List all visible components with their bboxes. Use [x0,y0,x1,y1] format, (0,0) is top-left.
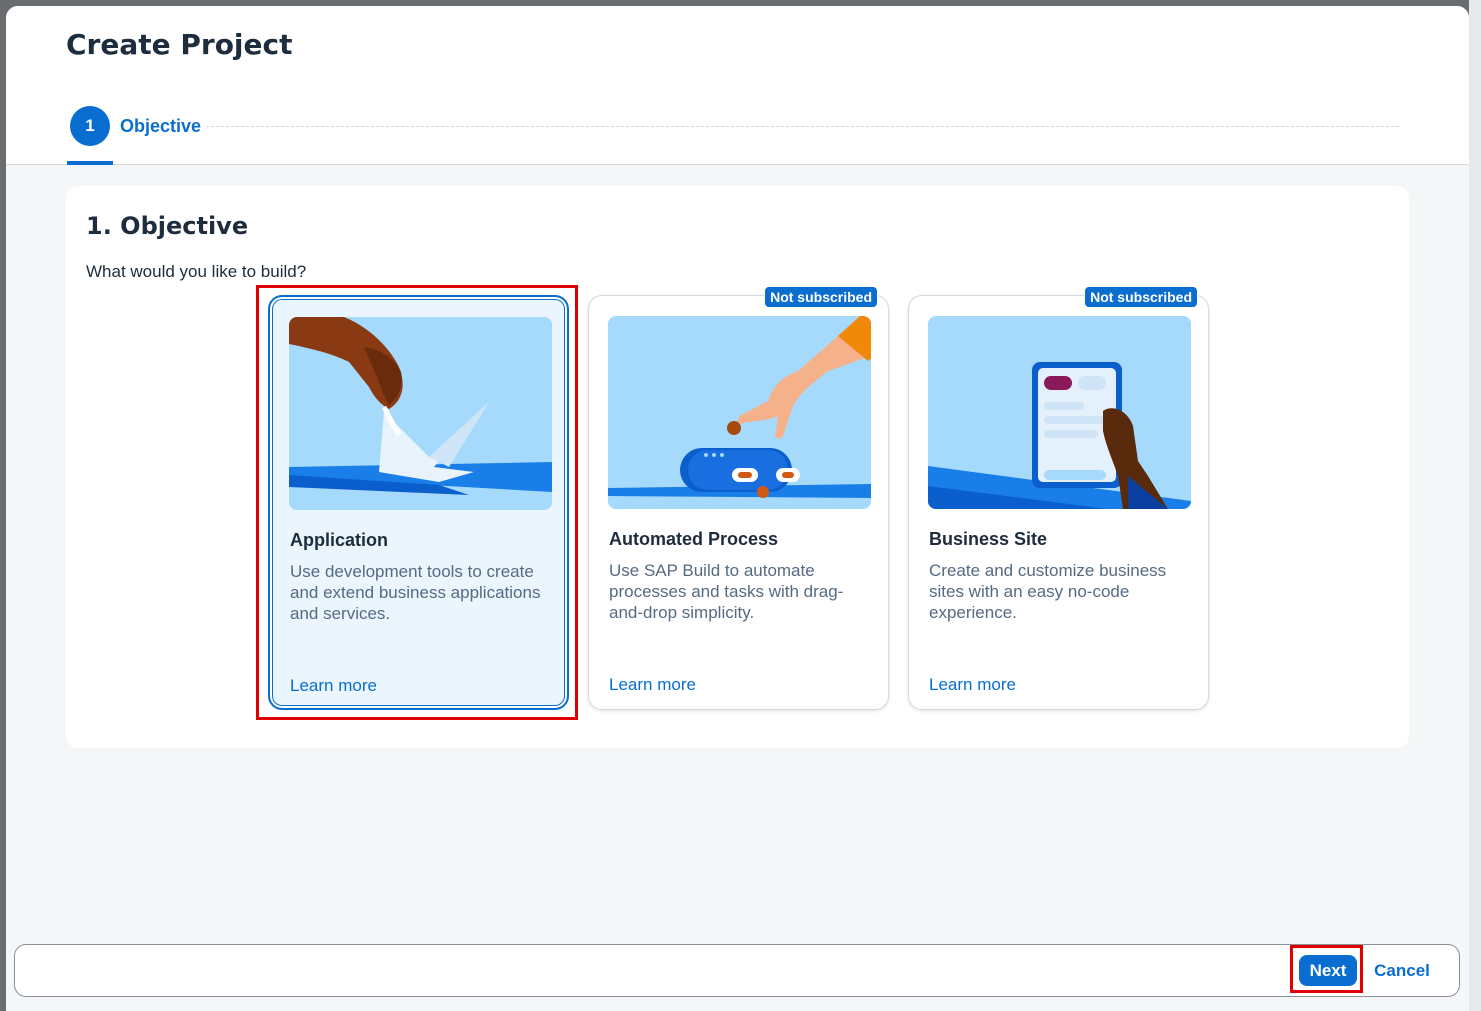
card-title: Application [290,530,388,550]
card-application[interactable]: Application Use development tools to cre… [268,295,569,710]
step-objective[interactable]: 1 Objective [70,106,201,146]
learn-more-link[interactable]: Learn more [290,676,377,696]
objective-section: 1. Objective What would you like to buil… [66,186,1409,748]
learn-more-link[interactable]: Learn more [609,675,696,695]
card-description: Use SAP Build to automate processes and … [609,561,844,622]
origami-crane-icon [289,317,552,510]
dialog-footer [14,944,1460,997]
step-number-badge: 1 [70,106,110,146]
application-illustration [289,317,552,510]
background-window-edge [1469,0,1481,1011]
dialog-header: Create Project 1 Objective [6,6,1469,165]
step-label: Objective [120,115,202,136]
tablet-hand-icon [928,316,1191,509]
card-title: Automated Process [609,529,779,549]
business-site-illustration [928,316,1191,509]
active-step-indicator [67,161,113,165]
section-title: 1. Objective [86,212,249,240]
card-description: Use development tools to create and exte… [290,562,541,623]
not-subscribed-badge: Not subscribed [1084,286,1198,308]
dialog-title: Create Project [66,28,293,61]
card-title: Business Site [929,529,1048,549]
automated-process-illustration [608,316,871,509]
next-button[interactable]: Next [1299,955,1357,986]
not-subscribed-badge: Not subscribed [764,286,878,308]
card-business-site[interactable]: Not subscribed Business Site Create and … [908,286,1209,710]
learn-more-link[interactable]: Learn more [929,675,1016,695]
card-automated-process[interactable]: Not subscribed Automated Process Use SAP… [588,286,889,710]
card-description: Create and customize business sites with… [929,561,1167,622]
robot-hand-icon [608,316,871,509]
step-progress-line [206,126,1399,127]
create-project-dialog: Create Project 1 Objective 1. Objective … [6,6,1469,1011]
cancel-button[interactable]: Cancel [1366,955,1438,986]
build-question: What would you like to build? [86,262,307,281]
